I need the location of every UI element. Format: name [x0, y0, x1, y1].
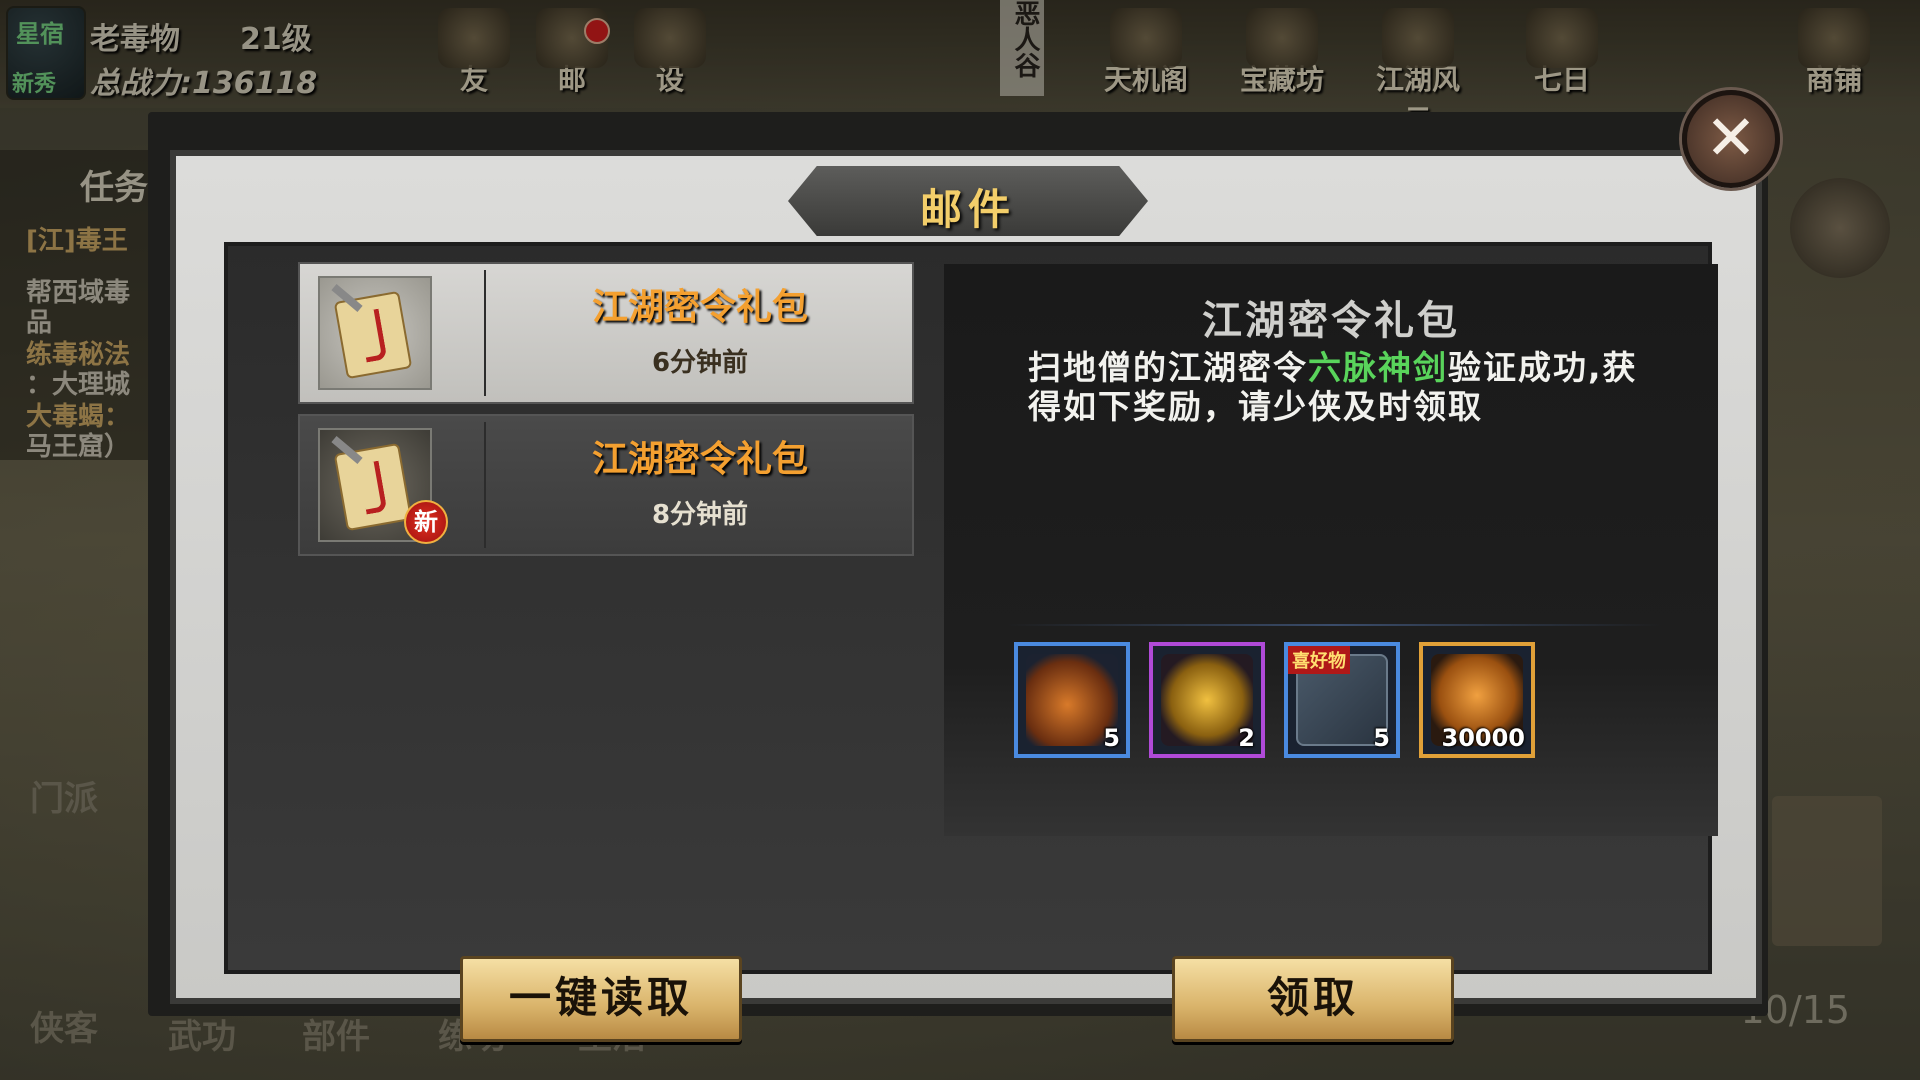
mail-time: 8分钟前	[651, 500, 749, 530]
reward-count: 5	[1373, 724, 1390, 752]
scroll-icon	[333, 442, 413, 532]
mail-thumbnail	[318, 276, 432, 390]
favorite-tag: 喜好物	[1288, 646, 1350, 674]
mail-dialog: 邮件 江湖密令礼包 6分钟前 新 江湖密令礼包 8分钟前 江湖密令礼包 扫地僧的…	[170, 150, 1762, 1042]
reward-count: 30000	[1441, 724, 1526, 752]
reward-item[interactable]: 2	[1149, 642, 1265, 758]
new-badge: 新	[404, 500, 448, 544]
reward-item[interactable]: 5	[1014, 642, 1130, 758]
detail-title: 江湖密令礼包	[1202, 298, 1460, 344]
mail-title: 江湖密令礼包	[591, 439, 808, 480]
detail-body: 扫地僧的江湖密令六脉神剑验证成功,获得如下奖励，请少侠及时领取	[1028, 348, 1668, 426]
mail-separator	[484, 422, 486, 548]
close-button[interactable]: ✕	[1682, 90, 1780, 188]
mail-item[interactable]: 新 江湖密令礼包 8分钟前	[298, 414, 914, 556]
mail-thumbnail: 新	[318, 428, 448, 544]
dialog-title: 邮件	[919, 185, 1016, 234]
dialog-title-bar: 邮件	[788, 166, 1148, 236]
close-icon: ✕	[1705, 101, 1757, 174]
detail-body-highlight: 六脉神剑	[1308, 348, 1448, 387]
mail-item[interactable]: 江湖密令礼包 6分钟前	[298, 262, 914, 404]
mail-detail-panel: 江湖密令礼包 扫地僧的江湖密令六脉神剑验证成功,获得如下奖励，请少侠及时领取 5…	[944, 264, 1718, 836]
read-all-button[interactable]: 一键读取	[460, 956, 742, 1042]
reward-count: 5	[1103, 724, 1120, 752]
reward-item[interactable]: 喜好物 5	[1284, 642, 1400, 758]
mail-time: 6分钟前	[651, 348, 749, 378]
scroll-icon	[333, 290, 413, 380]
detail-body-text: 扫地僧的江湖密令	[1028, 348, 1308, 387]
dialog-content: 江湖密令礼包 6分钟前 新 江湖密令礼包 8分钟前 江湖密令礼包 扫地僧的江湖密…	[224, 242, 1718, 1042]
mail-title: 江湖密令礼包	[591, 287, 808, 328]
reward-count: 2	[1238, 724, 1255, 752]
claim-button[interactable]: 领取	[1172, 956, 1454, 1042]
reward-item[interactable]: 30000	[1419, 642, 1535, 758]
reward-divider	[1004, 624, 1664, 626]
mail-separator	[484, 270, 486, 396]
